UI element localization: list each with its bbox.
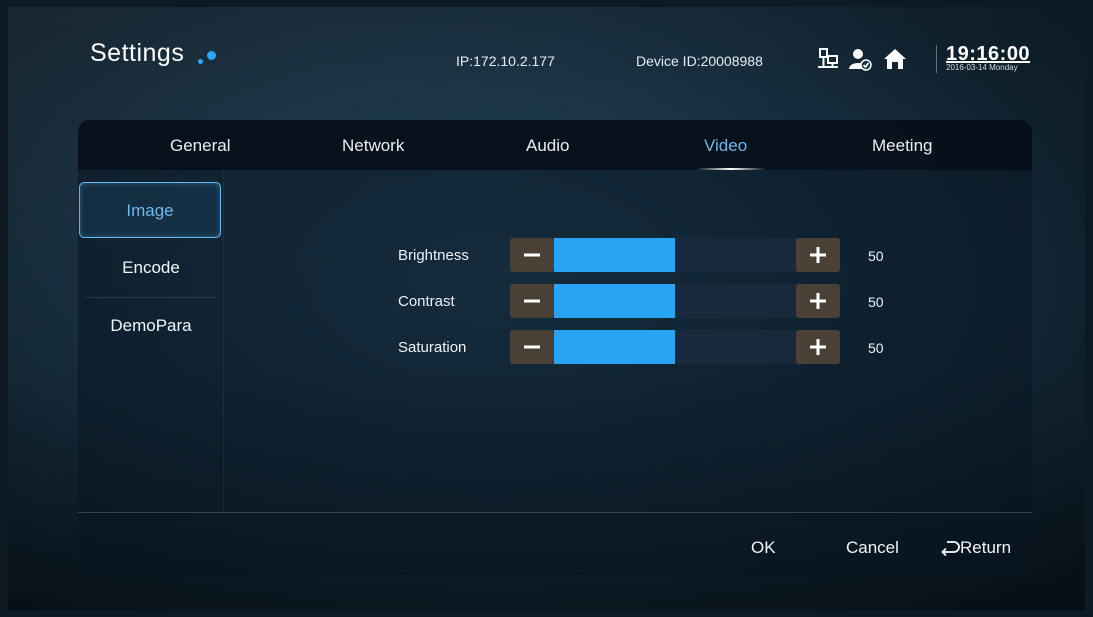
network-icon [816,47,840,71]
plus-icon [810,247,826,263]
footer-divider [78,512,1032,513]
minus-icon [524,345,540,349]
app-title: Settings [90,39,185,67]
title-accent-dot [207,51,216,60]
tab-general[interactable]: General [170,136,230,156]
return-icon [941,541,960,556]
brightness-fill [554,238,675,272]
header-divider [936,45,937,73]
plus-icon [810,293,826,309]
brightness-decrease-button[interactable] [510,238,554,272]
contrast-decrease-button[interactable] [510,284,554,318]
saturation-slider[interactable] [510,330,840,364]
ip-address: IP:172.10.2.177 [456,53,555,69]
home-icon[interactable] [882,47,906,71]
saturation-label: Saturation [398,339,467,356]
tab-audio[interactable]: Audio [526,136,569,156]
saturation-increase-button[interactable] [796,330,840,364]
return-label: Return [960,538,1012,557]
sidebar-item-image[interactable]: Image [79,182,221,238]
minus-icon [524,299,540,303]
saturation-value: 50 [868,340,884,356]
cancel-button[interactable]: Cancel [846,538,899,558]
settings-screen: Settings IP:172.10.2.177 Device ID:20008… [8,7,1085,610]
tab-bar: General Network Audio Video Meeting [78,120,1032,170]
contrast-label: Contrast [398,293,455,310]
brightness-label: Brightness [398,247,469,264]
saturation-decrease-button[interactable] [510,330,554,364]
brightness-slider[interactable] [510,238,840,272]
sidebar-item-encode[interactable]: Encode [78,240,224,296]
minus-icon [524,253,540,257]
contrast-slider[interactable] [510,284,840,318]
tab-network[interactable]: Network [342,136,404,156]
contrast-value: 50 [868,294,884,310]
sidebar-item-demopara[interactable]: DemoPara [78,298,224,354]
device-id: Device ID:20008988 [636,53,763,69]
user-status-icon [848,47,872,71]
clock-date: 2016-03-14 Monday [946,63,1018,72]
settings-panel: General Network Audio Video Meeting Imag… [78,120,1032,575]
contrast-increase-button[interactable] [796,284,840,318]
saturation-fill [554,330,675,364]
tab-meeting[interactable]: Meeting [872,136,932,156]
tab-video[interactable]: Video [704,136,747,156]
brightness-increase-button[interactable] [796,238,840,272]
ok-button[interactable]: OK [751,538,776,558]
brightness-value: 50 [868,248,884,264]
sidebar: Image Encode DemoPara [78,170,224,512]
plus-icon [810,339,826,355]
return-button[interactable]: Return [940,538,1011,558]
contrast-fill [554,284,675,318]
title-accent-dot-small [198,59,203,64]
active-tab-indicator [696,168,766,170]
